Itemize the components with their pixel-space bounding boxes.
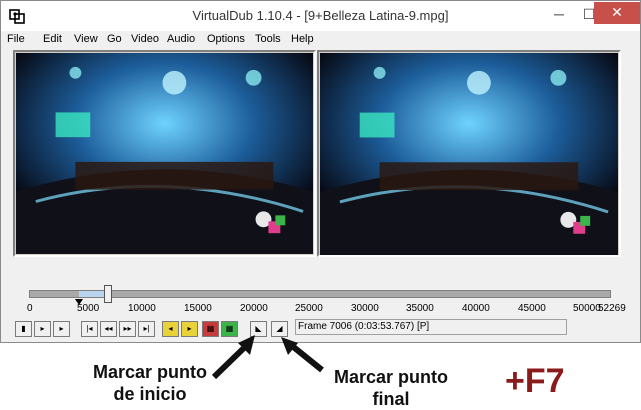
go-start-button[interactable]: |◂ [81, 321, 98, 337]
menu-edit[interactable]: Edit [43, 33, 62, 45]
prev-keyframe-button[interactable]: ▦ [202, 321, 219, 337]
mark-end-annotation: Marcar punto final [321, 366, 461, 410]
menu-go[interactable]: Go [107, 33, 122, 45]
close-button[interactable]: ✕ [594, 2, 640, 24]
scene-back-button[interactable]: ◂ [162, 321, 179, 337]
mark-out-button[interactable]: ◢ [271, 321, 288, 337]
input-video-frame [16, 53, 313, 254]
timeline-tick-label: 40000 [462, 303, 490, 314]
mark-end-line1: Marcar punto [333, 367, 448, 387]
menu-help[interactable]: Help [291, 33, 314, 45]
output-video-frame [320, 53, 618, 255]
frame-status-field: Frame 7006 (0:03:53.767) [P] [295, 319, 567, 335]
menu-options[interactable]: Options [207, 33, 245, 45]
virtualdub-window: VirtualDub 1.10.4 - [9+Belleza Latina-9.… [0, 0, 641, 343]
timeline-tick-label: 0 [27, 303, 33, 314]
timeline-tick-label: 20000 [240, 303, 268, 314]
minimize-button[interactable]: ─ [544, 1, 574, 29]
timeline-tick-label: 35000 [406, 303, 434, 314]
play-output-button[interactable]: ▸ [53, 321, 70, 337]
go-end-button[interactable]: ▸| [138, 321, 155, 337]
timeline-tick-label: 10000 [128, 303, 156, 314]
mark-in-button[interactable]: ◣ [250, 321, 267, 337]
shortcut-label: +F7 [505, 362, 565, 400]
menu-tools[interactable]: Tools [255, 33, 281, 45]
menu-video[interactable]: Video [131, 33, 159, 45]
menu-file[interactable]: File [7, 33, 25, 45]
timeline-tick-label: 15000 [184, 303, 212, 314]
menu-audio[interactable]: Audio [167, 33, 195, 45]
mark-start-line2: de inicio [113, 384, 187, 404]
timeline-tick-label: 45000 [518, 303, 546, 314]
timeline-tick-label: 5000 [77, 303, 100, 314]
step-forward-key-button[interactable]: ▸▸ [119, 321, 136, 337]
menu-view[interactable]: View [74, 33, 98, 45]
scene-forward-button[interactable]: ▸ [181, 321, 198, 337]
menu-bar: File Edit View Go Video Audio Options To… [1, 31, 640, 48]
next-keyframe-button[interactable]: ▦ [221, 321, 238, 337]
timeline-thumb[interactable] [104, 285, 112, 303]
mark-start-line1: Marcar punto [92, 362, 207, 382]
timeline-tick-label: 25000 [295, 303, 323, 314]
timeline-tick-label: 52269 [598, 303, 626, 314]
step-back-key-button[interactable]: ◂◂ [100, 321, 117, 337]
output-video-pane[interactable] [317, 50, 621, 257]
play-input-button[interactable]: ▸ [34, 321, 51, 337]
mark-end-line2: final [372, 389, 410, 409]
stop-button[interactable]: ▮ [15, 321, 32, 337]
timeline-track[interactable] [29, 290, 611, 298]
titlebar: VirtualDub 1.10.4 - [9+Belleza Latina-9.… [1, 1, 640, 31]
mark-start-annotation: Marcar punto de inicio [80, 361, 220, 405]
input-video-pane[interactable] [13, 50, 316, 257]
timeline-tick-label: 30000 [351, 303, 379, 314]
timeline-tick-label: 50000 [573, 303, 601, 314]
